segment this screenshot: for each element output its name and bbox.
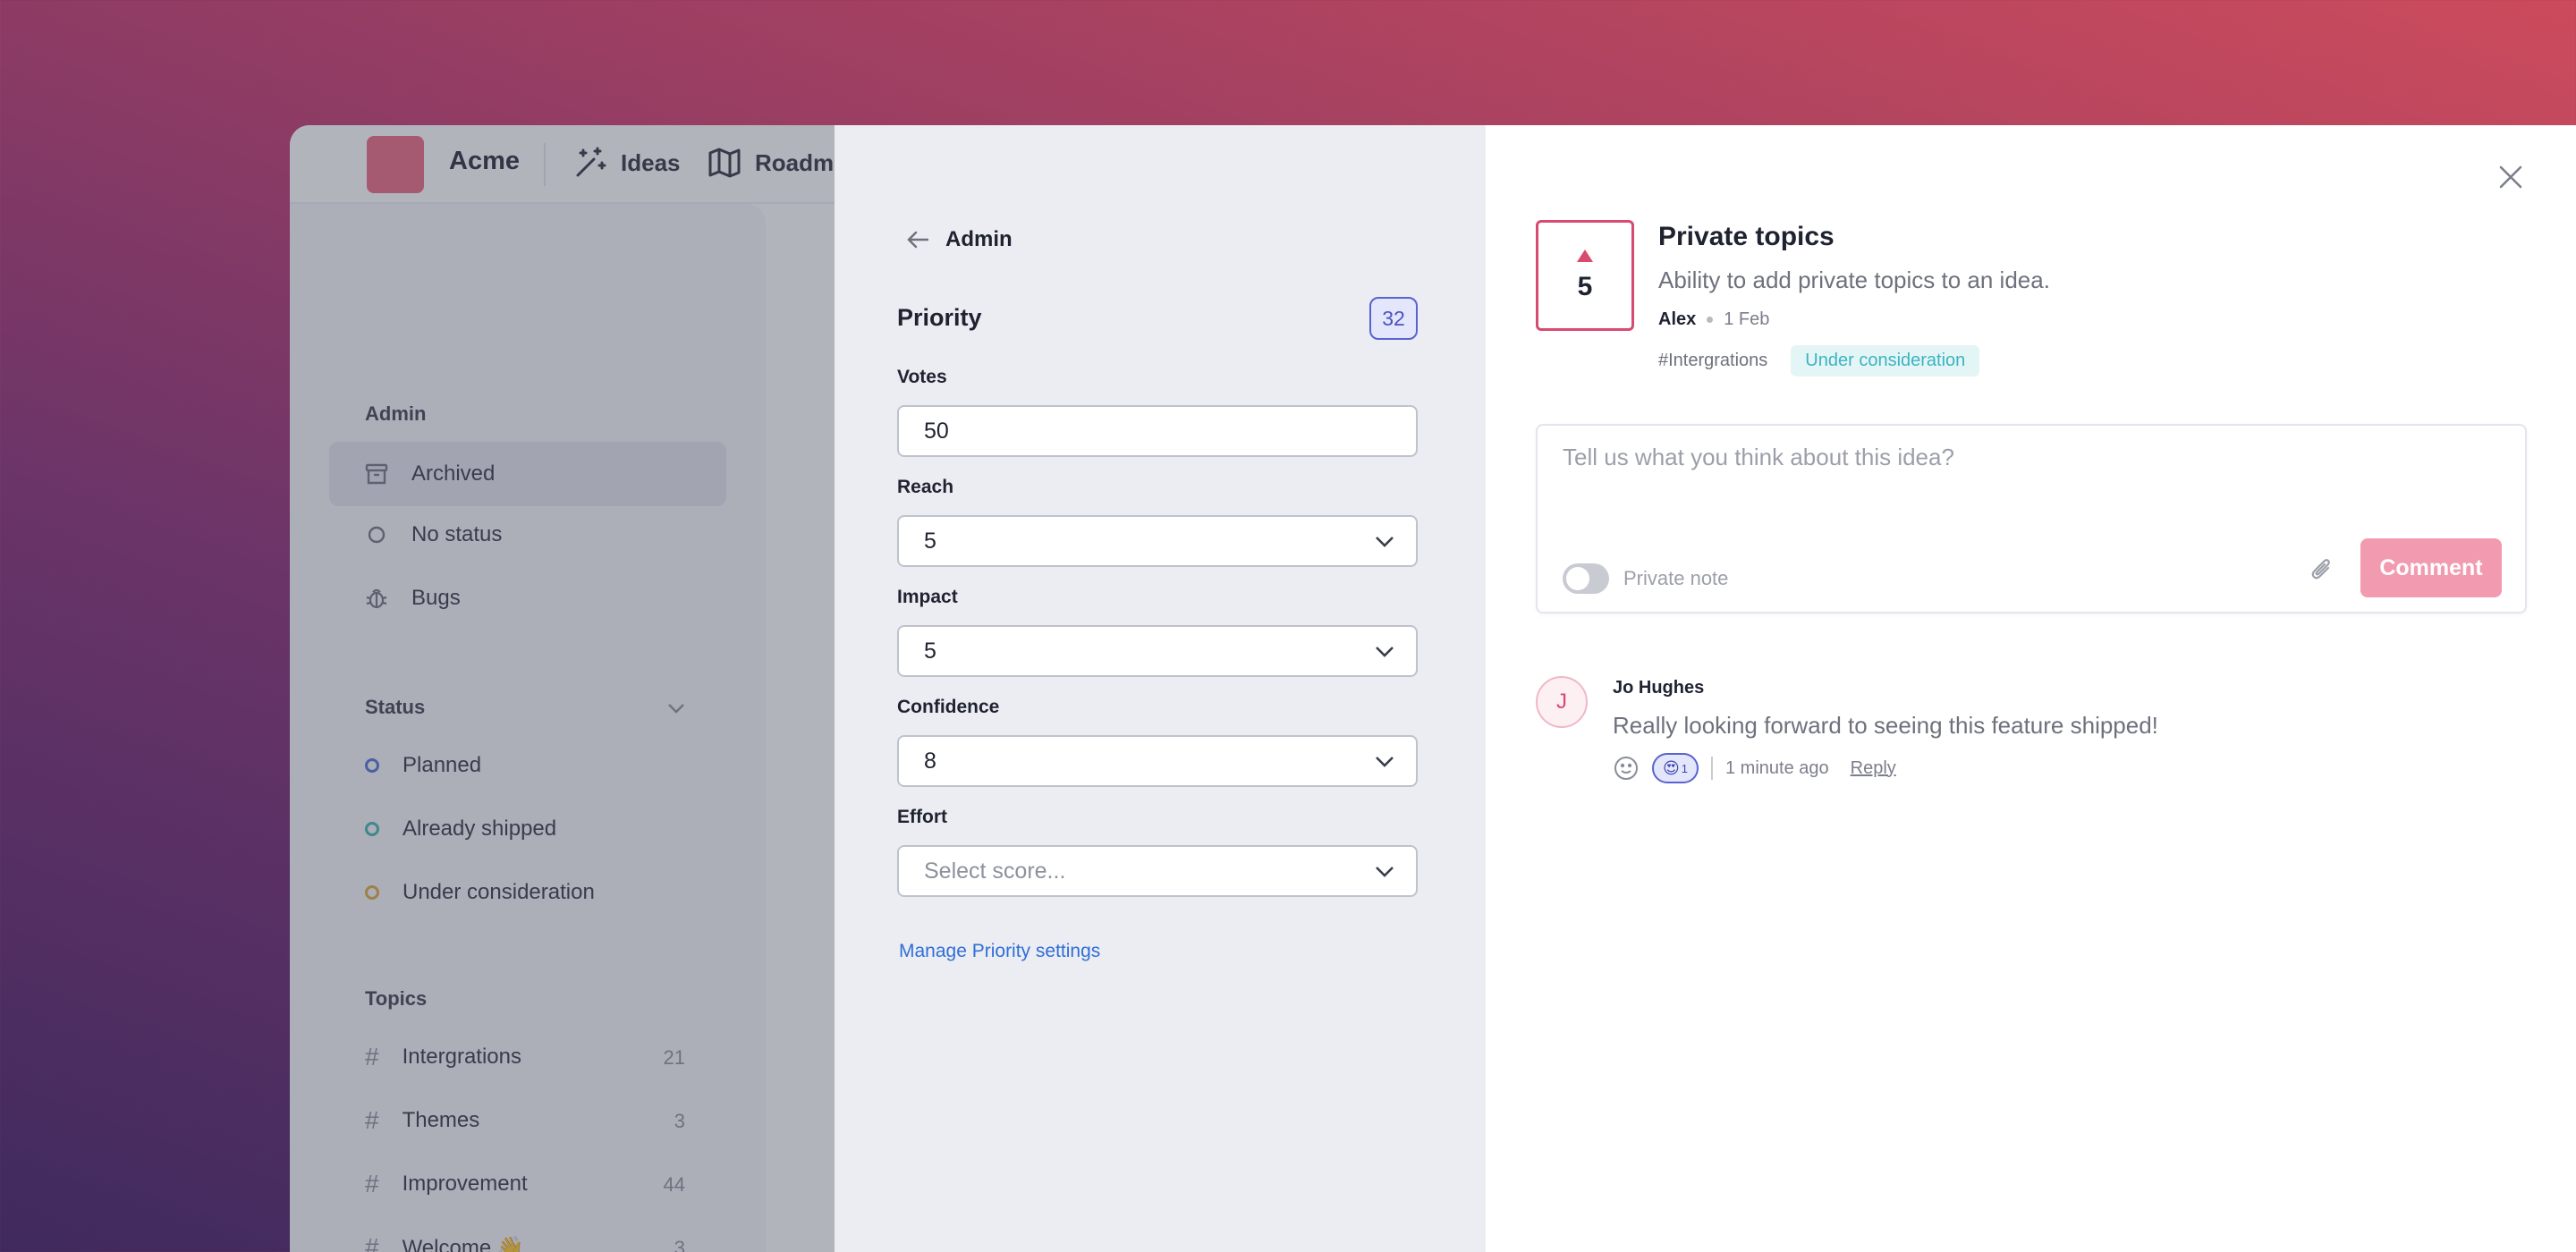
chevron-down-icon bbox=[1373, 531, 1396, 551]
reaction-emoji: 😍 bbox=[1663, 758, 1680, 777]
admin-priority-panel: Admin Priority 32 Votes 50 Reach 5 Impac… bbox=[835, 125, 1486, 1252]
triangle-up-icon bbox=[1576, 249, 1594, 263]
priority-title: Priority bbox=[897, 304, 982, 331]
idea-author[interactable]: Alex bbox=[1658, 309, 1696, 330]
idea-tags: #Intergrations Under consideration bbox=[1658, 345, 1980, 376]
comment-input[interactable]: Tell us what you think about this idea? bbox=[1563, 444, 1954, 471]
manage-priority-settings-link[interactable]: Manage Priority settings bbox=[899, 941, 1100, 962]
reach-select[interactable]: 5 bbox=[897, 515, 1418, 567]
upvote-button[interactable]: 5 bbox=[1536, 220, 1634, 331]
topic-tag[interactable]: #Intergrations bbox=[1658, 351, 1767, 371]
idea-description: Ability to add private topics to an idea… bbox=[1658, 266, 2050, 293]
comment-author[interactable]: Jo Hughes bbox=[1613, 678, 1704, 698]
private-note-label: Private note bbox=[1623, 567, 1729, 589]
reach-label: Reach bbox=[897, 477, 954, 497]
back-to-admin-button[interactable]: Admin bbox=[906, 227, 1013, 252]
reach-value: 5 bbox=[924, 528, 936, 554]
effort-select[interactable]: Select score... bbox=[897, 845, 1418, 897]
comment-submit-button[interactable]: Comment bbox=[2360, 538, 2502, 597]
separator-dot bbox=[1707, 317, 1714, 323]
chevron-down-icon bbox=[1373, 641, 1396, 661]
confidence-value: 8 bbox=[924, 748, 936, 774]
effort-label: Effort bbox=[897, 807, 947, 827]
comment-text: Really looking forward to seeing this fe… bbox=[1613, 712, 2158, 739]
paperclip-icon[interactable] bbox=[2310, 556, 2334, 583]
reply-link[interactable]: Reply bbox=[1851, 758, 1896, 779]
avatar[interactable]: J bbox=[1536, 676, 1588, 728]
effort-placeholder: Select score... bbox=[924, 858, 1066, 884]
comment-actions: 😍 1 1 minute ago Reply bbox=[1613, 753, 1896, 783]
reaction-pill[interactable]: 😍 1 bbox=[1652, 753, 1699, 783]
comment-time: 1 minute ago bbox=[1725, 757, 1829, 778]
toggle-knob bbox=[1566, 567, 1589, 590]
idea-meta: Alex 1 Feb bbox=[1658, 309, 1769, 330]
private-note-toggle[interactable] bbox=[1563, 563, 1609, 594]
status-badge[interactable]: Under consideration bbox=[1791, 345, 1980, 376]
impact-select[interactable]: 5 bbox=[897, 625, 1418, 677]
impact-label: Impact bbox=[897, 587, 958, 607]
priority-score-badge: 32 bbox=[1369, 297, 1418, 340]
idea-title: Private topics bbox=[1658, 222, 1835, 251]
idea-detail-panel: 5 Private topics Ability to add private … bbox=[1486, 125, 2576, 1252]
confidence-select[interactable]: 8 bbox=[897, 735, 1418, 787]
add-reaction-icon[interactable] bbox=[1613, 755, 1640, 782]
reaction-count: 1 bbox=[1681, 761, 1688, 775]
close-icon[interactable] bbox=[2498, 165, 2523, 190]
confidence-label: Confidence bbox=[897, 697, 1000, 717]
vote-count: 5 bbox=[1577, 272, 1593, 301]
idea-date: 1 Feb bbox=[1724, 309, 1770, 329]
impact-value: 5 bbox=[924, 638, 936, 664]
back-label: Admin bbox=[945, 227, 1013, 251]
arrow-left-icon bbox=[906, 230, 929, 250]
votes-label: Votes bbox=[897, 367, 947, 387]
chevron-down-icon bbox=[1373, 861, 1396, 881]
votes-value: 50 bbox=[924, 418, 949, 444]
comment-composer: Tell us what you think about this idea? … bbox=[1536, 424, 2527, 613]
divider bbox=[1711, 757, 1713, 780]
votes-input[interactable]: 50 bbox=[897, 405, 1418, 457]
chevron-down-icon bbox=[1373, 751, 1396, 771]
